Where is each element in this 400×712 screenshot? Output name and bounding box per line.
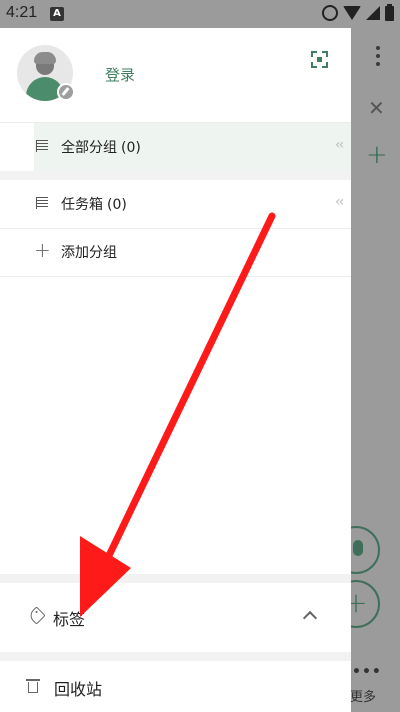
tags-section-label: 标签 [53, 610, 86, 629]
avatar-edit-badge-icon [57, 83, 75, 101]
drag-handle-icon[interactable]: ‹‹ [335, 137, 344, 153]
list-icon [36, 140, 48, 152]
plus-icon: + [34, 238, 51, 262]
trash-icon [26, 679, 40, 693]
overflow-menu-icon[interactable] [368, 46, 388, 70]
signal-icon [366, 6, 380, 20]
list-icon [36, 197, 48, 209]
profile-header: 登录 [0, 28, 351, 122]
divider [0, 276, 351, 277]
group-item-all[interactable]: 全部分组 (0) ‹‹ [0, 123, 351, 171]
battery-icon [385, 3, 394, 21]
status-bar: 4:21 A [0, 0, 400, 28]
group-item-label: 全部分组 (0) [61, 140, 141, 156]
section-separator [0, 652, 351, 661]
wifi-icon [343, 6, 361, 20]
tag-icon [27, 606, 46, 625]
group-item-label: 任务箱 (0) [61, 197, 127, 213]
drag-handle-icon[interactable]: ‹‹ [335, 194, 344, 210]
trash-label: 回收站 [54, 680, 103, 699]
group-item-inbox[interactable]: 任务箱 (0) ‹‹ [0, 180, 351, 228]
chevron-up-icon[interactable] [302, 610, 318, 626]
add-icon[interactable]: + [366, 142, 388, 168]
alarm-icon [322, 5, 338, 21]
section-separator [0, 574, 351, 583]
section-separator [0, 171, 351, 180]
trash-item[interactable]: 回收站 [0, 661, 351, 712]
status-icons [322, 3, 394, 21]
more-label: 更多 [350, 690, 377, 705]
add-group-label: 添加分组 [61, 245, 117, 261]
qr-scan-icon[interactable] [311, 51, 328, 68]
add-group-button[interactable]: + 添加分组 [0, 228, 351, 276]
navigation-drawer: 登录 全部分组 (0) ‹‹ 任务箱 (0) ‹‹ + 添加分组 标签 回收站 [0, 28, 351, 712]
microphone-icon [353, 540, 363, 556]
notification-icon: A [50, 7, 64, 21]
more-icon[interactable]: ••• [352, 664, 382, 680]
tags-section-header[interactable]: 标签 [0, 583, 351, 652]
login-link[interactable]: 登录 [105, 64, 135, 85]
close-icon[interactable]: ✕ [368, 98, 385, 118]
status-time: 4:21 [6, 4, 38, 21]
